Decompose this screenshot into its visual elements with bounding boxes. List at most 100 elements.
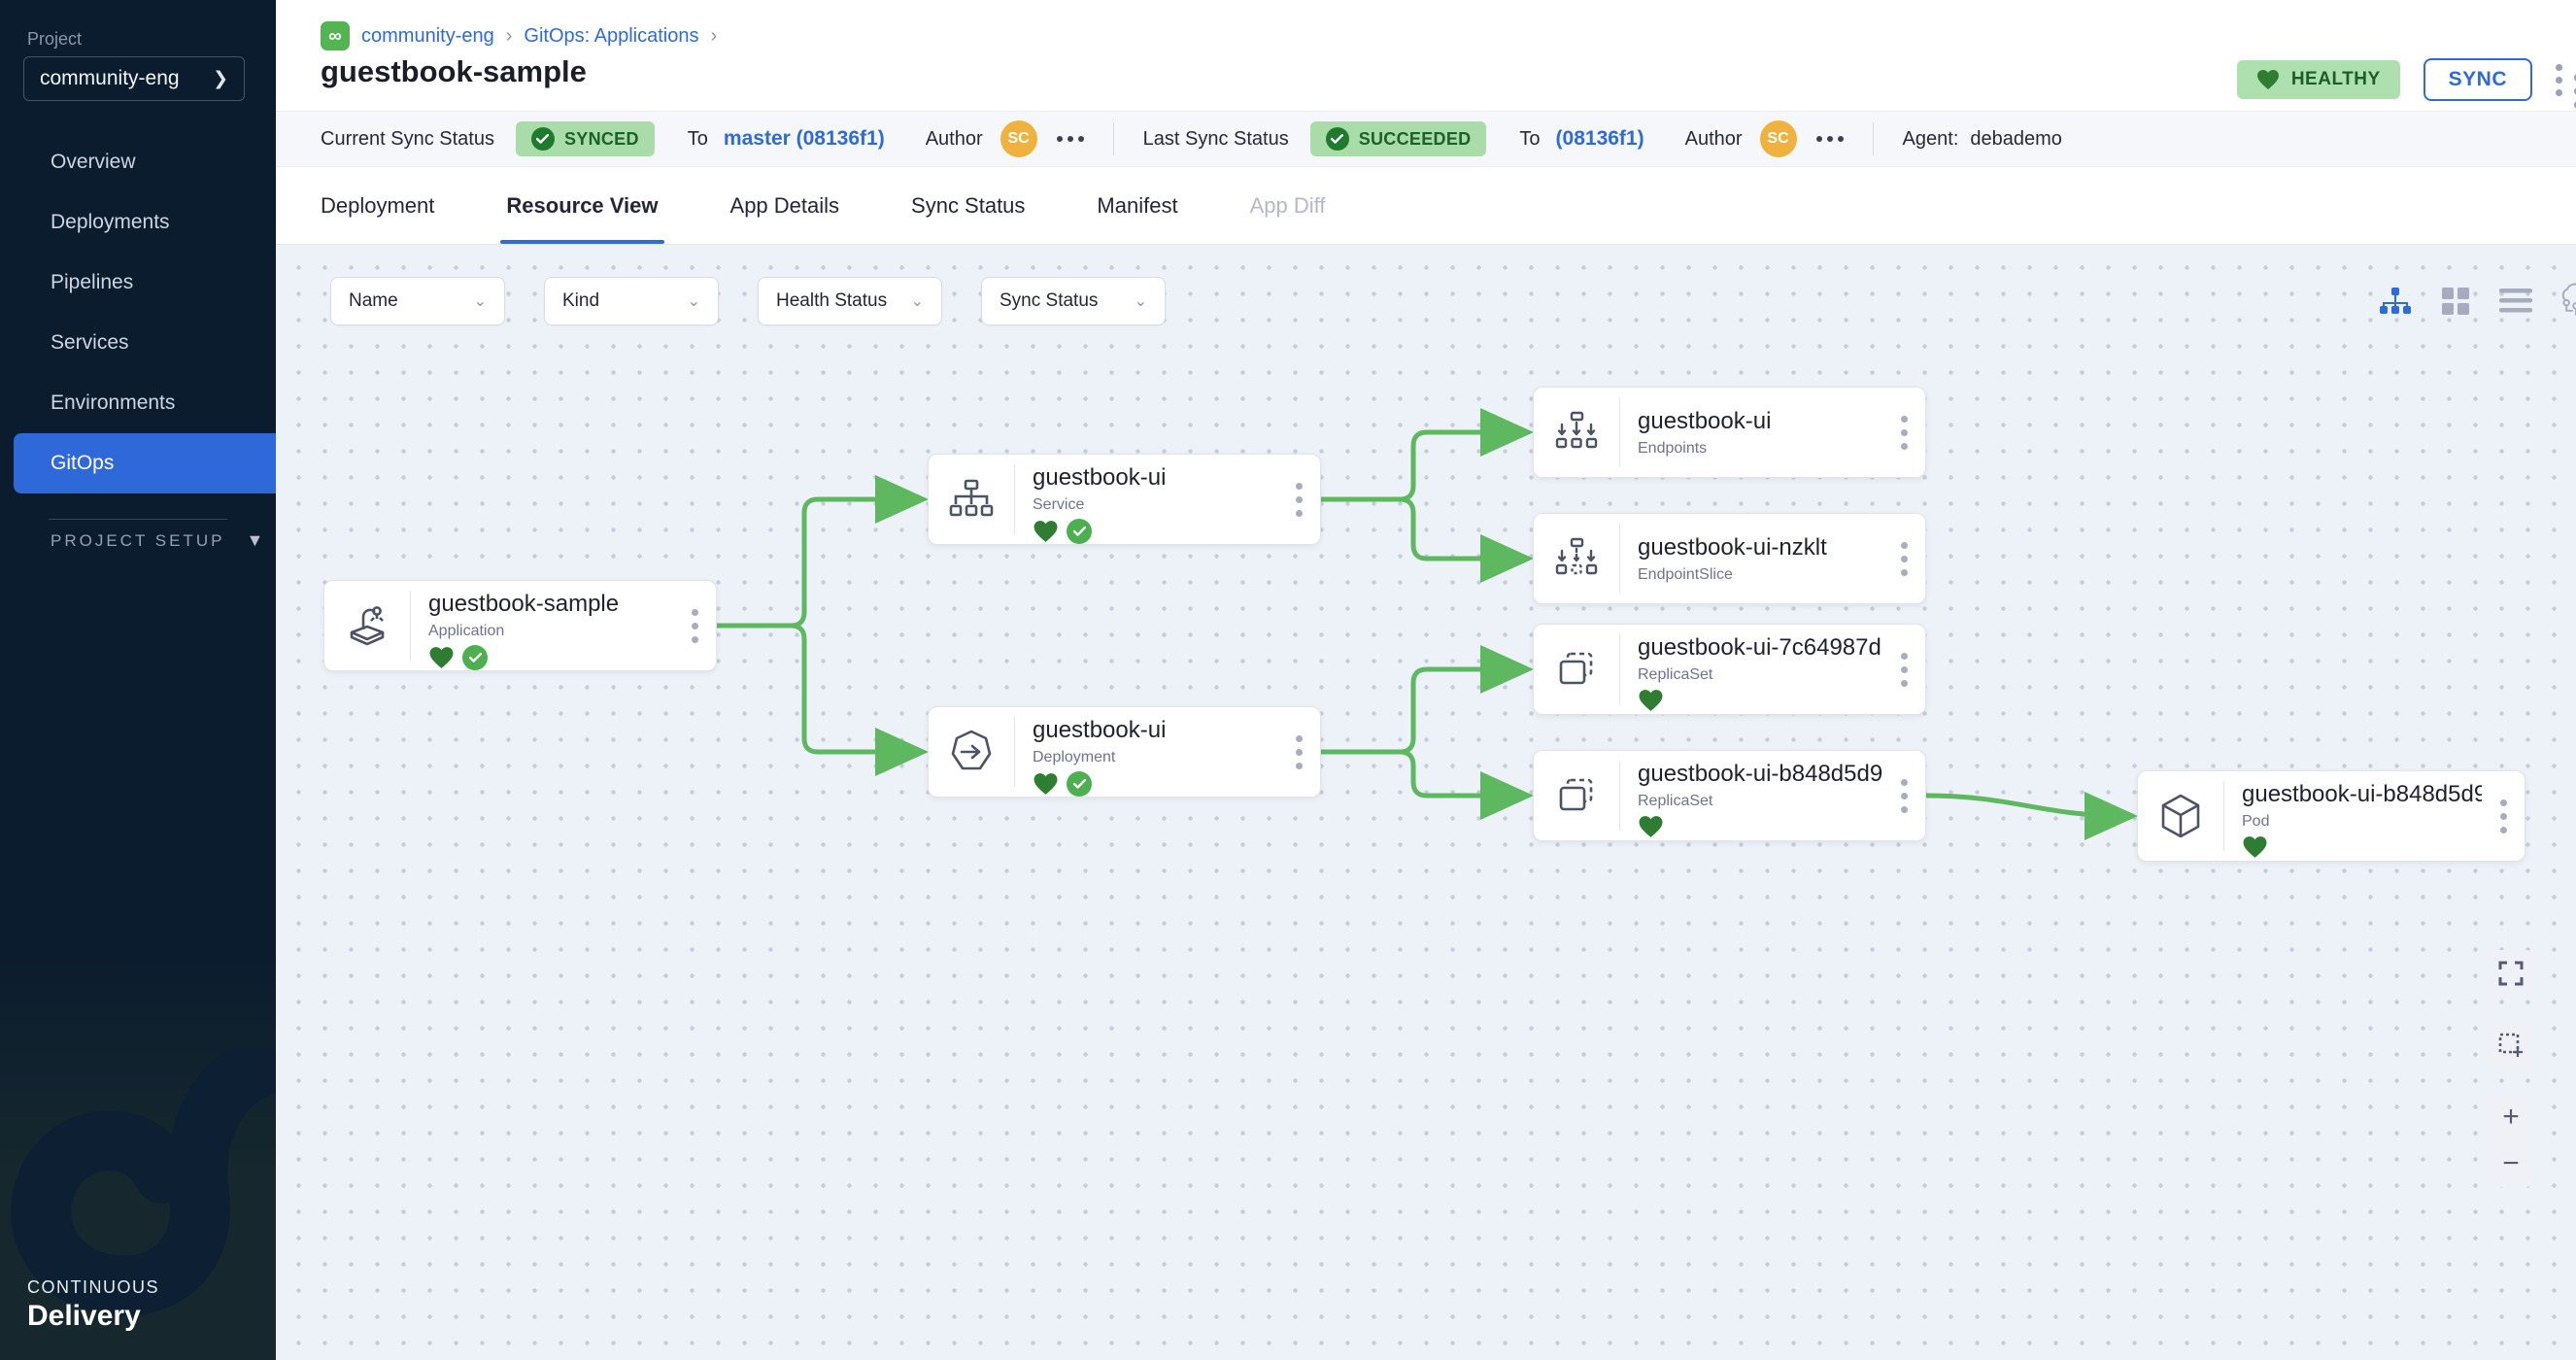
zoom-in-button[interactable]: + [2502,1103,2520,1132]
node-menu-icon[interactable] [1882,514,1925,603]
grid-view-icon[interactable] [2438,284,2473,319]
breadcrumb-project-link[interactable]: community-eng [361,25,494,48]
sidebar-divider [49,519,227,520]
node-title: guestbook-ui [1033,464,1277,492]
node-menu-icon[interactable] [1277,707,1320,797]
check-circle-icon [531,127,555,151]
last-sync-target-link[interactable]: (08136f1) [1556,127,1644,151]
agent-label: Agent: [1903,128,1959,151]
node-menu-icon[interactable] [673,581,716,670]
succeeded-badge: SUCCEEDED [1310,121,1487,156]
page-header: ∞ community-eng › GitOps: Applications ›… [276,0,2576,111]
filter-kind-label: Kind [562,290,599,312]
node-menu-icon[interactable] [1882,625,1925,714]
tab-resource-view[interactable]: Resource View [506,167,658,244]
health-status-badge: HEALTHY [2237,60,2400,99]
node-title: guestbook-sample [428,591,673,618]
filter-kind[interactable]: Kind ⌄ [544,277,719,325]
node-kind: ReplicaSet [1638,666,1882,684]
service-icon [929,455,1014,544]
replicaset-icon [1534,751,1619,840]
node-service[interactable]: guestbook-ui Service [928,454,1321,545]
filter-sync-status[interactable]: Sync Status ⌄ [981,277,1166,325]
node-replicaset-1[interactable]: guestbook-ui-7c64987dc9 ReplicaSet [1533,624,1926,715]
node-kind: Pod [2242,813,2482,831]
sidebar-item-overview[interactable]: Overview [0,132,276,192]
synced-check-icon [1067,519,1092,544]
node-deployment[interactable]: guestbook-ui Deployment [928,706,1321,798]
heart-icon [2256,69,2280,90]
node-title: guestbook-ui [1638,408,1882,435]
page-title: guestbook-sample [321,54,587,89]
fullscreen-button[interactable] [2488,950,2534,997]
sync-status-bar: Current Sync Status SYNCED To master (08… [276,111,2576,167]
synced-badge: SYNCED [516,121,655,156]
node-kind: Deployment [1033,749,1277,766]
list-view-icon[interactable] [2498,284,2533,319]
sidebar-item-services[interactable]: Services [0,313,276,373]
commit-more-icon[interactable] [1057,136,1084,142]
tab-manifest[interactable]: Manifest [1097,167,1177,244]
sidebar-item-environments[interactable]: Environments [0,373,276,433]
tab-app-diff: App Diff [1250,167,1326,244]
tree-view-icon[interactable] [2378,284,2413,319]
network-view-icon[interactable] [2559,284,2576,319]
node-status [1033,771,1277,797]
healthy-heart-icon [1033,520,1059,543]
author-avatar[interactable]: SC [1760,120,1797,157]
tab-deployment[interactable]: Deployment [321,167,434,244]
node-application[interactable]: guestbook-sample Application [323,580,717,671]
node-status [1638,815,1882,838]
sidebar-nav: Overview Deployments Pipelines Services … [0,132,276,520]
sidebar-item-pipelines[interactable]: Pipelines [0,253,276,313]
node-menu-icon[interactable] [1277,455,1320,544]
healthy-heart-icon [1033,772,1059,796]
brand-text: CONTINUOUS Delivery [27,1277,159,1333]
filter-name[interactable]: Name ⌄ [330,277,505,325]
project-setup-toggle[interactable]: PROJECT SETUP ▼ [51,530,263,551]
node-replicaset-2[interactable]: guestbook-ui-b848d5d9d ReplicaSet [1533,750,1926,841]
zoom-controls: + − [2488,1094,2534,1187]
sidebar-item-gitops[interactable]: GitOps [14,433,276,493]
to-label: To [1519,128,1540,151]
node-pod[interactable]: guestbook-ui-b848d5d9... Pod [2137,770,2525,862]
replicaset-icon [1534,625,1619,714]
endpoints-icon [1534,388,1619,477]
breadcrumb-applications-link[interactable]: GitOps: Applications [524,25,698,48]
filter-health-status[interactable]: Health Status ⌄ [758,277,942,325]
node-endpointslice[interactable]: guestbook-ui-nzklt EndpointSlice [1533,513,1926,604]
agent-value: debademo [1970,128,2062,151]
breadcrumb-separator: › [506,25,513,48]
author-avatar[interactable]: SC [1000,120,1037,157]
current-sync-target-link[interactable]: master (08136f1) [724,127,885,151]
author-label: Author [1685,128,1743,151]
zoom-out-button[interactable]: − [2502,1149,2520,1178]
node-menu-icon[interactable] [2482,771,2525,861]
tab-sync-status[interactable]: Sync Status [911,167,1025,244]
project-selector[interactable]: community-eng ❯ [23,56,245,101]
tab-app-details[interactable]: App Details [730,167,840,244]
healthy-heart-icon [428,646,455,669]
breadcrumb-separator: › [710,25,717,48]
current-sync-status-label: Current Sync Status [321,128,494,151]
node-endpoints[interactable]: guestbook-ui Endpoints [1533,387,1926,478]
node-menu-icon[interactable] [1882,388,1925,477]
commit-more-icon[interactable] [1816,136,1844,142]
resource-tree-canvas[interactable]: Name ⌄ Kind ⌄ Health Status ⌄ Sync Statu… [276,245,2576,1360]
succeeded-badge-label: SUCCEEDED [1359,129,1472,150]
chevron-right-icon: ❯ [213,68,228,90]
endpointslice-icon [1534,514,1619,603]
node-menu-icon[interactable] [1882,751,1925,840]
sidebar-item-deployments[interactable]: Deployments [0,192,276,253]
chevron-down-icon: ▼ [246,530,263,551]
more-options-icon[interactable] [2556,64,2562,96]
chevron-down-icon: ⌄ [688,291,700,311]
sync-button[interactable]: SYNC [2423,58,2532,101]
selection-tool-button[interactable] [2488,1022,2534,1069]
pod-icon [2138,771,2223,861]
last-sync-status-label: Last Sync Status [1143,128,1289,151]
node-kind: Service [1033,496,1277,514]
healthy-heart-icon [1638,815,1664,838]
status-divider [1873,122,1874,155]
node-kind: ReplicaSet [1638,793,1882,810]
